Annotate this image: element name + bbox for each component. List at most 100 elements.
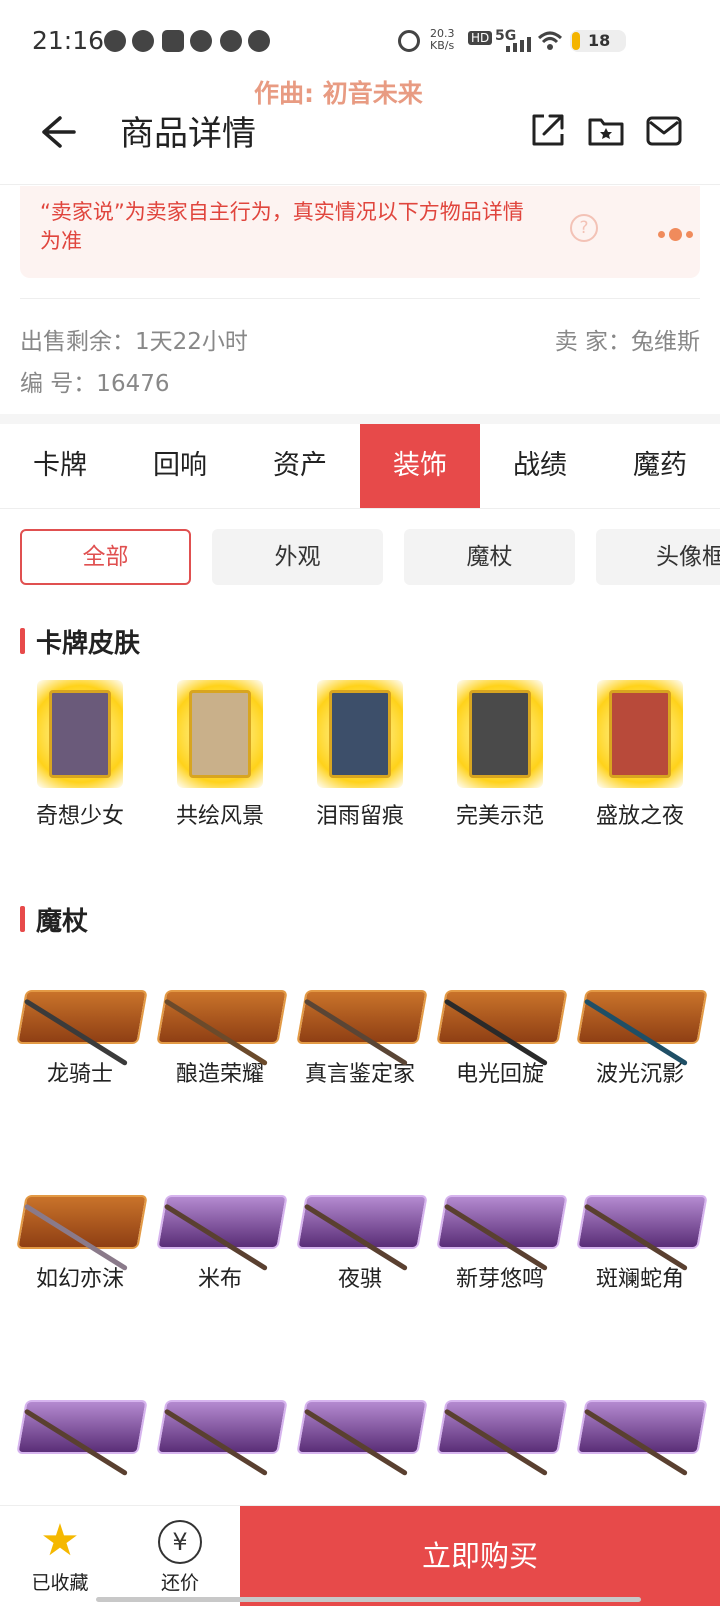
wand-item[interactable]: 真言鉴定家 <box>290 968 430 1088</box>
category-tabs: 卡牌 回响 资产 装饰 战绩 魔药 <box>0 424 720 509</box>
wand-item[interactable]: 电光回旋 <box>430 968 570 1088</box>
net-speed: 20.3 KB/s <box>430 27 455 52</box>
star-icon: ★ <box>40 1515 80 1566</box>
wand-item[interactable]: 新芽悠鸣 <box>430 1173 570 1293</box>
wand-image <box>436 1173 568 1272</box>
wand-image <box>16 968 148 1067</box>
card-skin-item[interactable]: 奇想少女 <box>10 680 150 830</box>
seller-name: 卖 家：兔维斯 <box>554 329 700 355</box>
watermark-text: 作曲: 初音未来 <box>254 79 423 108</box>
app-notification-icon <box>162 30 184 52</box>
buy-now-button[interactable]: 立即购买 <box>240 1506 720 1606</box>
cat-icon <box>248 30 270 52</box>
favorite-button[interactable]: ★ 已收藏 <box>0 1518 120 1595</box>
card-skin-image <box>457 680 543 788</box>
bottom-action-bar: ★ 已收藏 ¥ 还价 立即购买 <box>0 1505 720 1606</box>
card-skin-image <box>597 680 683 788</box>
section-gap <box>0 414 720 424</box>
card-skin-item[interactable]: 完美示范 <box>430 680 570 830</box>
wand-item[interactable] <box>570 1378 710 1477</box>
wand-image <box>296 968 428 1067</box>
item-label: 电光回旋 <box>455 1062 544 1087</box>
wand-image <box>156 1378 288 1477</box>
item-label: 如幻亦沫 <box>35 1267 124 1292</box>
wand-item[interactable]: 斑斓蛇角 <box>570 1173 710 1293</box>
tab-cards[interactable]: 卡牌 <box>0 424 120 508</box>
item-label: 新芽悠鸣 <box>455 1267 544 1292</box>
wand-image <box>16 1378 148 1477</box>
page-title: 商品详情 <box>120 114 256 154</box>
wand-item[interactable]: 酿造荣耀 <box>150 968 290 1088</box>
item-label: 完美示范 <box>455 804 544 829</box>
tab-record[interactable]: 战绩 <box>480 424 600 508</box>
wifi-icon <box>537 31 563 50</box>
wand-item[interactable]: 米布 <box>150 1173 290 1293</box>
item-label: 龙骑士 <box>46 1062 113 1087</box>
status-time: 21:16 <box>32 26 105 55</box>
tab-decoration[interactable]: 装饰 <box>360 424 480 508</box>
tab-potion[interactable]: 魔药 <box>600 424 720 508</box>
yuan-icon: ¥ <box>158 1520 202 1564</box>
battery-icon: 18 <box>570 30 626 52</box>
card-skin-item[interactable]: 泪雨留痕 <box>290 680 430 830</box>
wand-image <box>156 968 288 1067</box>
item-id: 编 号：16476 <box>20 371 170 397</box>
card-skin-item[interactable]: 盛放之夜 <box>570 680 710 830</box>
item-label: 酿造荣耀 <box>175 1062 264 1087</box>
section-title-card-skins: 卡牌皮肤 <box>20 623 140 660</box>
wand-item[interactable]: 如幻亦沫 <box>10 1173 150 1293</box>
filter-appearance[interactable]: 外观 <box>212 529 383 585</box>
wechat-icon <box>220 30 242 52</box>
item-label: 真言鉴定家 <box>304 1062 415 1087</box>
remaining-time: 出售剩余：1天22小时 <box>20 329 248 355</box>
item-label: 泪雨留痕 <box>315 804 404 829</box>
wand-item[interactable] <box>290 1378 430 1477</box>
app-notification-icon <box>132 30 154 52</box>
wand-item[interactable] <box>430 1378 570 1477</box>
wand-image <box>576 968 708 1067</box>
item-label: 斑斓蛇角 <box>595 1267 684 1292</box>
item-label: 米布 <box>197 1267 242 1292</box>
wand-image <box>16 1173 148 1272</box>
tab-echo[interactable]: 回响 <box>120 424 240 508</box>
seller-notice: “卖家说”为卖家自主行为，真实情况以下方物品详情为准 ? <box>20 186 700 278</box>
alarm-icon <box>398 30 420 52</box>
wand-image <box>576 1378 708 1477</box>
folder-star-icon[interactable] <box>586 110 626 150</box>
filter-avatar-frame[interactable]: 头像框 <box>596 529 720 585</box>
wand-item[interactable] <box>10 1378 150 1477</box>
more-dots-icon[interactable] <box>658 224 697 243</box>
card-skin-item[interactable]: 共绘风景 <box>150 680 290 830</box>
wand-image <box>576 1173 708 1272</box>
item-label: 波光沉影 <box>595 1062 684 1087</box>
wand-item[interactable] <box>150 1378 290 1477</box>
filter-wand[interactable]: 魔杖 <box>404 529 575 585</box>
message-icon <box>190 30 212 52</box>
help-icon[interactable]: ? <box>570 214 598 242</box>
wand-image <box>436 968 568 1067</box>
card-skin-image <box>37 680 123 788</box>
signal-bars-icon <box>506 37 531 52</box>
filter-all[interactable]: 全部 <box>20 529 191 585</box>
wand-image <box>296 1173 428 1272</box>
status-bar: 21:16 20.3 KB/s HD 5G 18 <box>0 0 720 82</box>
mail-icon[interactable] <box>644 110 684 150</box>
battery-level: 18 <box>588 31 611 50</box>
bargain-label: 还价 <box>160 1572 199 1594</box>
bargain-button[interactable]: ¥ 还价 <box>120 1518 240 1595</box>
arrow-left-icon[interactable] <box>38 112 78 152</box>
wand-image <box>436 1378 568 1477</box>
divider <box>20 298 700 299</box>
favorite-label: 已收藏 <box>31 1572 89 1594</box>
wand-item[interactable]: 龙骑士 <box>10 968 150 1088</box>
wand-item[interactable]: 夜骐 <box>290 1173 430 1293</box>
wand-item[interactable]: 波光沉影 <box>570 968 710 1088</box>
app-notification-icon <box>104 30 126 52</box>
home-indicator <box>96 1597 641 1602</box>
item-label: 夜骐 <box>337 1267 382 1292</box>
share-icon[interactable] <box>528 110 568 150</box>
item-label: 盛放之夜 <box>595 804 684 829</box>
wand-image <box>296 1378 428 1477</box>
tab-assets[interactable]: 资产 <box>240 424 360 508</box>
card-skin-image <box>317 680 403 788</box>
